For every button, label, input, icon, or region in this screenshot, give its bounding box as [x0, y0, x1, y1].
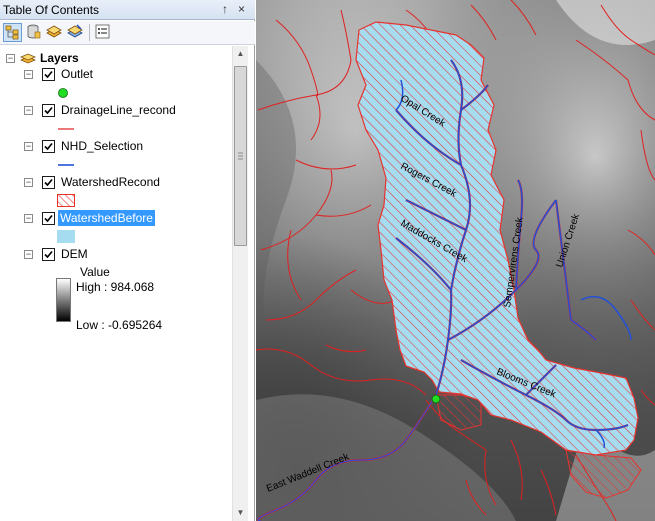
list-by-source-icon: [27, 24, 41, 39]
toc-titlebar[interactable]: Table Of Contents ↑ ×: [0, 0, 255, 20]
checkmark-icon: [44, 214, 53, 223]
outlet-visibility-checkbox[interactable]: [42, 68, 55, 81]
watershedrecond-visibility-checkbox[interactable]: [42, 176, 55, 189]
drainageline-visibility-checkbox[interactable]: [42, 104, 55, 117]
list-by-visibility-icon: [46, 25, 62, 38]
map-canvas[interactable]: Opal Creek Rogers Creek Maddocks Creek S…: [256, 0, 655, 521]
options-icon: [95, 24, 110, 39]
layers-root-label[interactable]: Layers: [40, 51, 79, 65]
dem-visibility-checkbox[interactable]: [42, 248, 55, 261]
close-icon[interactable]: ×: [238, 2, 245, 16]
nhd-selection-collapse-toggle[interactable]: −: [24, 142, 33, 151]
nhd-selection-symbol-blue-line: [58, 164, 74, 166]
dem-legend-high: High : 984.068: [76, 280, 155, 294]
dem-legend-low: Low : -0.695264: [76, 318, 163, 332]
watershedbefore-collapse-toggle[interactable]: −: [24, 214, 33, 223]
layer-label-drainageline-recond[interactable]: DrainageLine_recond: [61, 103, 176, 117]
checkmark-icon: [44, 70, 53, 79]
list-by-drawing-order-icon: [5, 25, 19, 40]
outlet-point[interactable]: [431, 394, 441, 404]
toolbar-separator: [89, 24, 90, 41]
table-of-contents-panel: Table Of Contents ↑ × − Layers − Outlet …: [0, 0, 255, 521]
scroll-up-arrow-icon[interactable]: ▲: [233, 46, 248, 62]
list-by-selection-icon: [67, 24, 83, 38]
dem-color-ramp: [56, 278, 71, 322]
toc-title: Table Of Contents: [3, 3, 100, 17]
drainageline-collapse-toggle[interactable]: −: [24, 106, 33, 115]
outlet-collapse-toggle[interactable]: −: [24, 70, 33, 79]
list-by-selection-button[interactable]: [67, 23, 86, 42]
list-by-drawing-order-button[interactable]: [3, 23, 22, 42]
layer-label-dem[interactable]: DEM: [61, 247, 88, 261]
layer-label-outlet[interactable]: Outlet: [61, 67, 93, 81]
list-by-source-button[interactable]: [25, 23, 44, 42]
nhd-selection-visibility-checkbox[interactable]: [42, 140, 55, 153]
watershedrecond-symbol-red-hatch: [57, 194, 75, 207]
auto-hide-pin-icon[interactable]: ↑: [222, 2, 228, 16]
layers-collapse-toggle[interactable]: −: [6, 54, 15, 63]
map-view[interactable]: Opal Creek Rogers Creek Maddocks Creek S…: [256, 0, 655, 521]
layers-icon: [20, 53, 36, 64]
checkmark-icon: [44, 250, 53, 259]
dem-legend-field: Value: [80, 265, 110, 279]
watershedbefore-symbol-light-blue-fill: [57, 230, 75, 243]
toc-toolbar: [0, 21, 255, 45]
layer-label-watershedbefore[interactable]: WatershedBefore: [58, 210, 155, 226]
list-by-visibility-button[interactable]: [46, 23, 65, 42]
grip-icon: [238, 152, 243, 160]
watershedbefore-visibility-checkbox[interactable]: [42, 212, 55, 225]
dem-collapse-toggle[interactable]: −: [24, 250, 33, 259]
layer-label-watershedrecond[interactable]: WatershedRecond: [61, 175, 160, 189]
drainageline-symbol-red-line: [58, 128, 74, 130]
layer-label-nhd-selection[interactable]: NHD_Selection: [61, 139, 143, 153]
toc-scrollbar[interactable]: ▲ ▼: [232, 46, 248, 521]
checkmark-icon: [44, 106, 53, 115]
outlet-symbol-green-point: [58, 88, 68, 98]
checkmark-icon: [44, 142, 53, 151]
checkmark-icon: [44, 178, 53, 187]
watershedrecond-collapse-toggle[interactable]: −: [24, 178, 33, 187]
scroll-down-arrow-icon[interactable]: ▼: [233, 505, 248, 521]
scrollbar-thumb[interactable]: [234, 66, 247, 246]
options-button[interactable]: [94, 23, 113, 42]
